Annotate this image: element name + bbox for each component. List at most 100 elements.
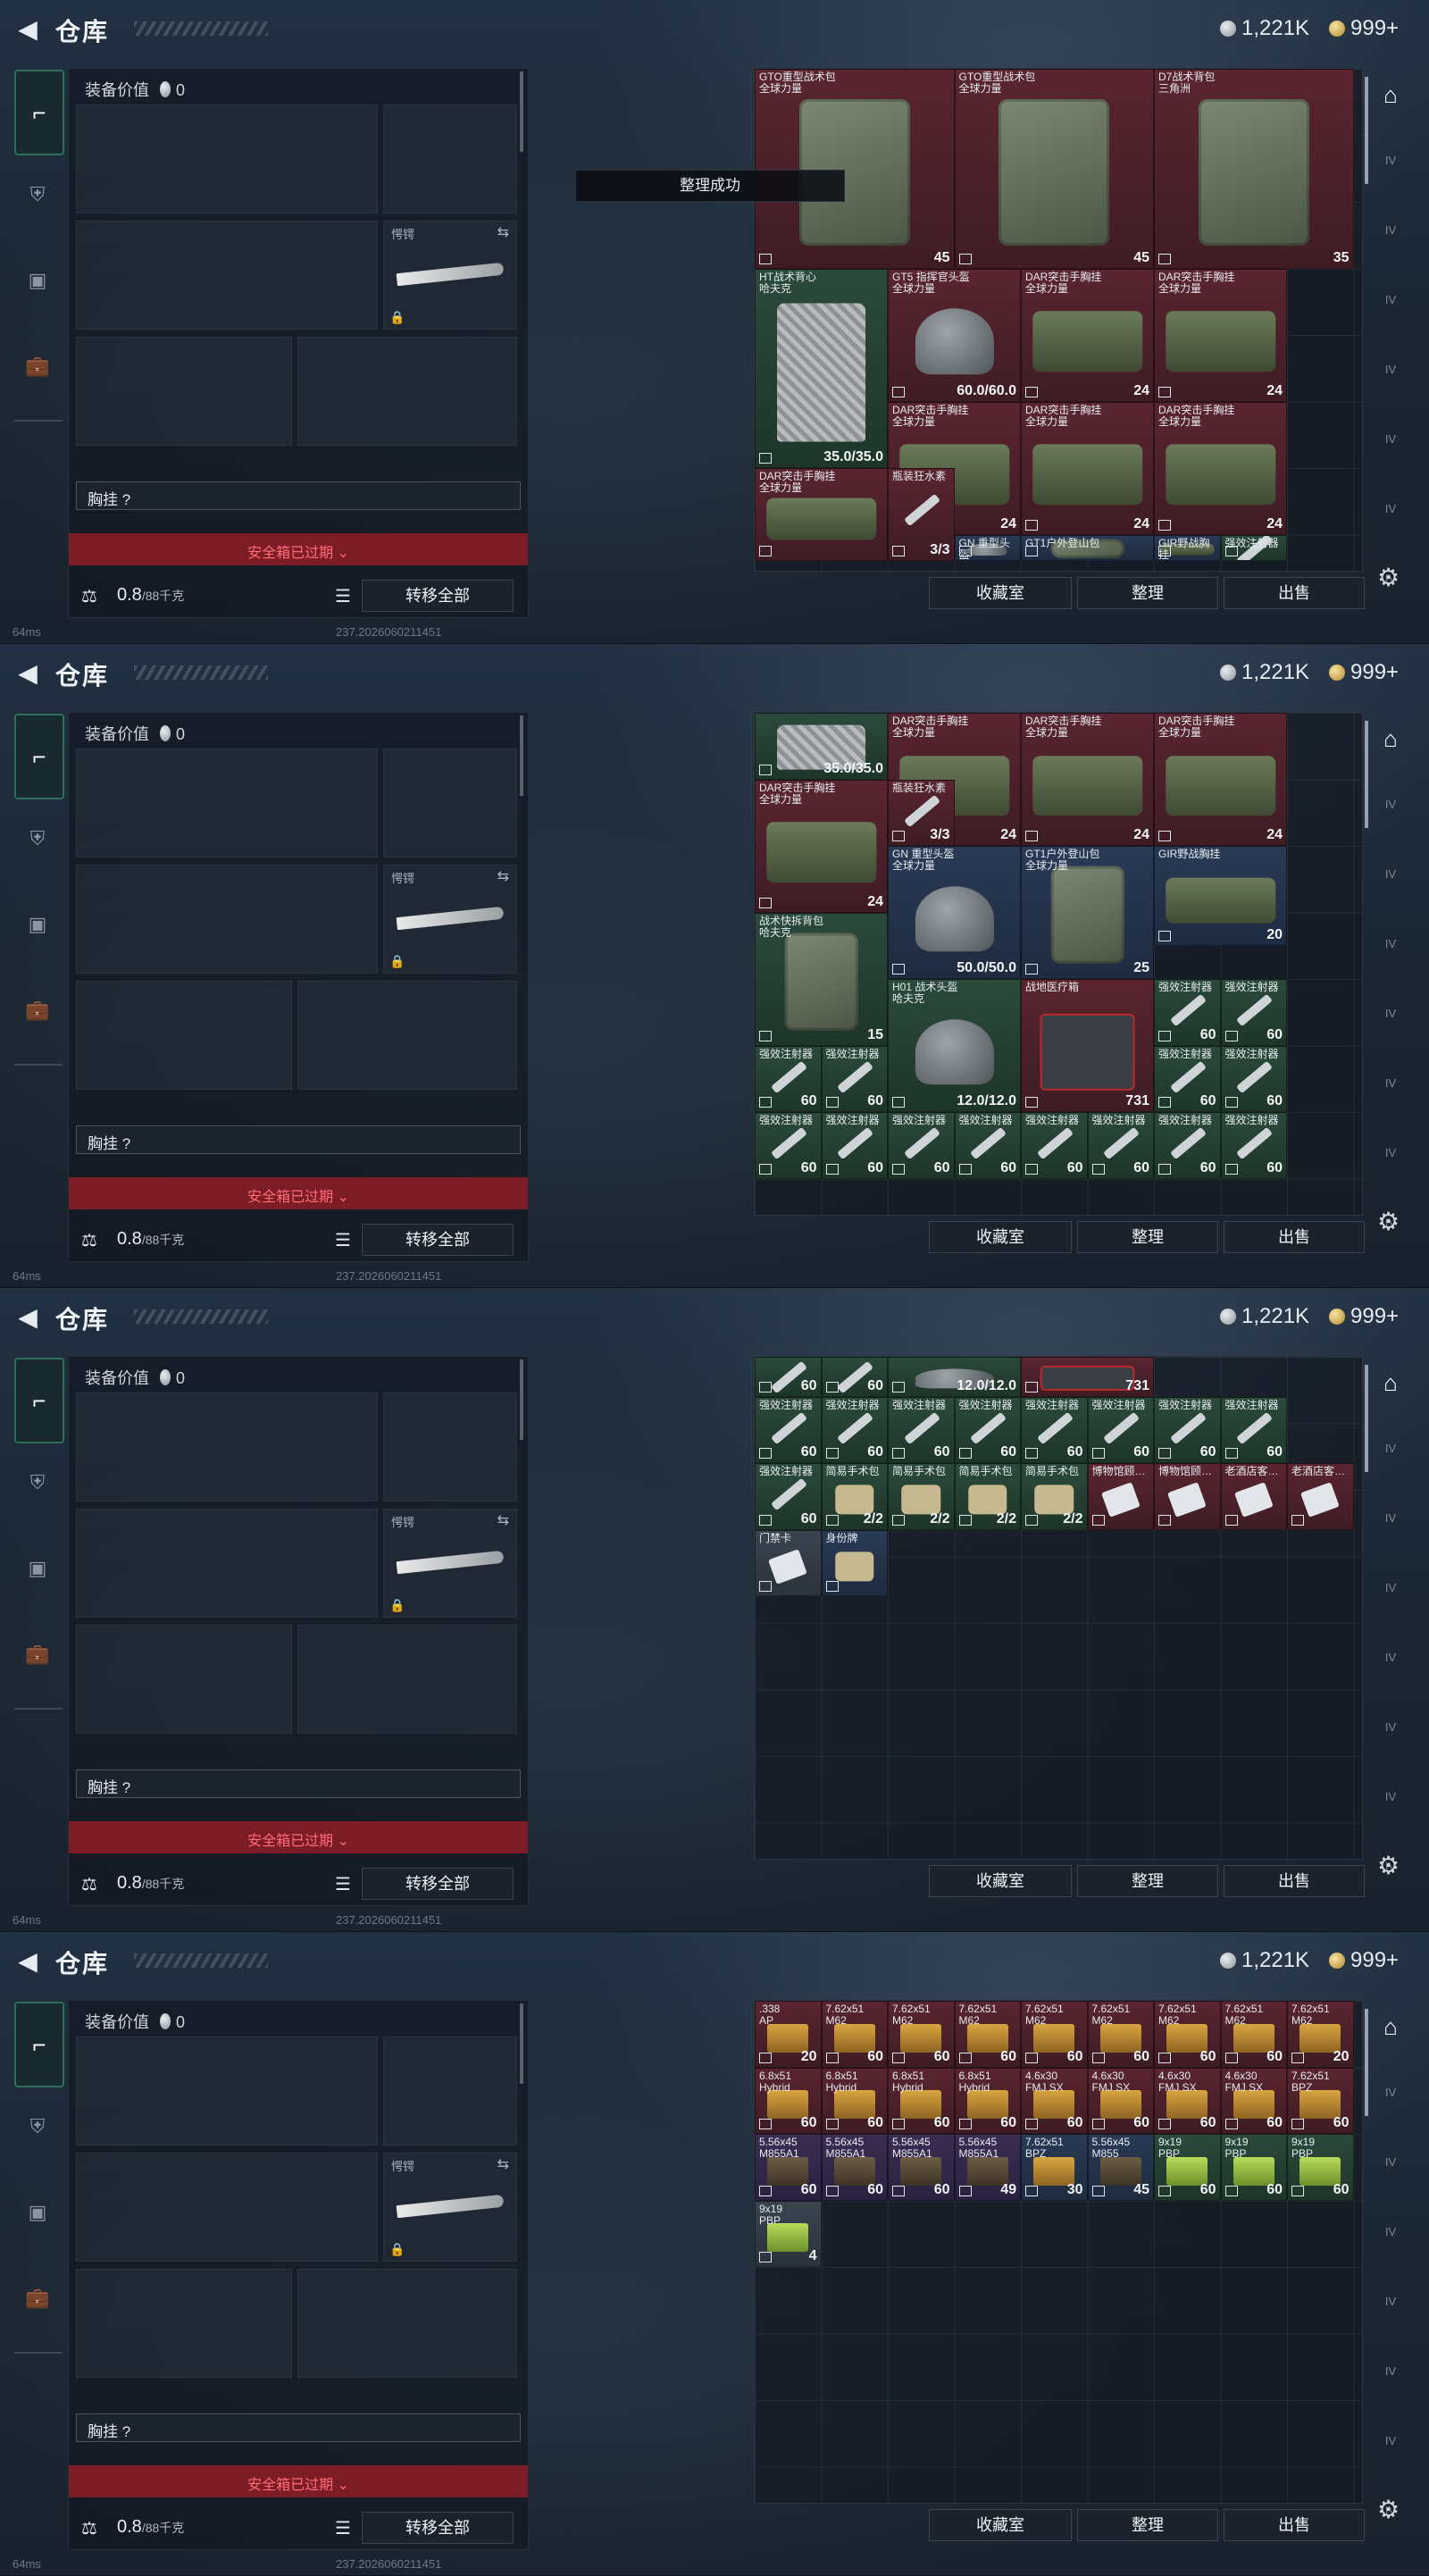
list-icon[interactable]: ☰ <box>335 1229 351 1251</box>
tab-weapons[interactable]: ⌐ <box>14 1358 64 1443</box>
inventory-item[interactable]: 强效注射器 60 <box>1021 1396 1088 1464</box>
rail-page-item[interactable]: IV <box>1370 213 1411 248</box>
inventory-item[interactable]: HT战术背心 哈夫克 35.0/35.0 <box>755 268 888 468</box>
slot-melee[interactable]: 愕锷 ⇆ 🔒 <box>383 865 517 974</box>
equipment-scrollbar[interactable] <box>520 715 523 796</box>
favorites-button[interactable]: 收藏室 <box>929 577 1072 609</box>
sell-button[interactable]: 出售 <box>1224 1221 1365 1253</box>
inventory-item[interactable]: 9x19 PBP 60 <box>1287 2134 1354 2201</box>
slot-secondary-weapon[interactable] <box>76 865 378 974</box>
warehouse-home-icon[interactable]: ⌂ <box>1370 77 1411 113</box>
inventory-item[interactable]: DAR突击手胸挂 全球力量 24 <box>1154 713 1287 846</box>
slot-pistol[interactable] <box>383 749 517 857</box>
rail-scrollbar[interactable] <box>1365 77 1368 184</box>
inventory-item[interactable]: 强效注射器 60 <box>1021 1112 1088 1179</box>
tab-case[interactable]: 💼 <box>18 347 57 386</box>
rail-page-item[interactable]: IV <box>1370 1779 1411 1815</box>
inventory-item[interactable]: 60 <box>821 1357 888 1397</box>
inventory-item[interactable]: 强效注射器 60 <box>1154 1045 1221 1112</box>
inventory-item[interactable]: 瓶装狂水素 3/3 <box>888 779 955 846</box>
inventory-item[interactable]: GT5 指挥官头盔 全球力量 60.0/60.0 <box>888 268 1021 402</box>
inventory-item[interactable]: GN 重型头盔 哈夫克 <box>954 534 1021 562</box>
rail-page-item[interactable]: IV <box>1370 2214 1411 2250</box>
inventory-grid[interactable]: 35.0/35.0 DAR突击手胸挂 全球力量 24 DAR突击手胸挂 全球力量 24 D… <box>754 712 1363 1216</box>
inventory-grid[interactable]: .338 AP 20 7.62x51 M62 60 7.62x51 M62 60 7.62x… <box>754 2000 1363 2504</box>
equipment-scrollbar[interactable] <box>520 2003 523 2084</box>
rail-page-item[interactable]: IV <box>1370 996 1411 1032</box>
list-icon[interactable]: ☰ <box>335 2517 351 2539</box>
slot-secondary-weapon[interactable] <box>76 221 378 330</box>
slot-primary-weapon[interactable] <box>76 105 378 213</box>
tab-backpack[interactable]: ▣ <box>18 2193 57 2232</box>
inventory-item[interactable]: 强效注射器 60 <box>888 1396 955 1464</box>
swap-icon[interactable]: ⇆ <box>497 223 509 241</box>
warehouse-home-icon[interactable]: ⌂ <box>1370 2009 1411 2045</box>
inventory-item[interactable]: 35.0/35.0 <box>755 713 888 780</box>
inventory-item[interactable]: 强效注射器 60 <box>1087 1112 1154 1179</box>
favorites-button[interactable]: 收藏室 <box>929 1865 1072 1897</box>
inventory-item[interactable]: 强效注射器 60 <box>954 1396 1021 1464</box>
inventory-item[interactable]: 4.6x30 FMJ SX 60 <box>1154 2067 1221 2134</box>
sell-button[interactable]: 出售 <box>1224 1865 1365 1897</box>
rail-page-item[interactable]: IV <box>1370 926 1411 962</box>
slot-melee[interactable]: 愕锷 ⇆ 🔒 <box>383 221 517 330</box>
inventory-item[interactable]: DAR突击手胸挂 全球力量 24 <box>1021 268 1154 402</box>
warehouse-home-icon[interactable]: ⌂ <box>1370 1365 1411 1401</box>
rail-page-item[interactable]: IV <box>1370 1066 1411 1101</box>
tab-armor[interactable]: ⛨ <box>18 2107 57 2146</box>
tab-backpack[interactable]: ▣ <box>18 1549 57 1588</box>
sort-button[interactable]: 整理 <box>1077 577 1218 609</box>
rail-page-item[interactable]: IV <box>1370 2284 1411 2320</box>
rail-page-item[interactable]: IV <box>1370 2354 1411 2389</box>
rail-scrollbar[interactable] <box>1365 2009 1368 2116</box>
inventory-item[interactable]: 6.8x51 Hybrid 60 <box>888 2067 955 2134</box>
list-icon[interactable]: ☰ <box>335 1873 351 1895</box>
inventory-item[interactable]: 博物馆顾… <box>1087 1463 1154 1530</box>
rail-page-item[interactable]: IV <box>1370 143 1411 179</box>
inventory-item[interactable]: 7.62x51 BPZ 60 <box>1287 2067 1354 2134</box>
slot-helmet[interactable] <box>76 981 292 1090</box>
inventory-item[interactable]: GTO重型战术包 全球力量 45 <box>954 69 1154 269</box>
rail-page-item[interactable]: IV <box>1370 2423 1411 2459</box>
tab-armor[interactable]: ⛨ <box>18 1463 57 1502</box>
inventory-item[interactable]: 4.6x30 FMJ SX 60 <box>1021 2067 1088 2134</box>
inventory-item[interactable]: 7.62x51 M62 60 <box>1220 2001 1287 2068</box>
inventory-item[interactable]: DAR突击手胸挂 全球力量 <box>755 468 888 562</box>
secure-container-expired[interactable]: 安全箱已过期 ⌄ <box>69 2465 528 2497</box>
inventory-item[interactable]: 强效注射器 60 <box>755 1045 822 1112</box>
transfer-all-button[interactable]: 转移全部 <box>362 2512 514 2544</box>
inventory-item[interactable]: 强效注射器 60 <box>821 1045 888 1112</box>
slot-helmet[interactable] <box>76 337 292 446</box>
transfer-all-button[interactable]: 转移全部 <box>362 1868 514 1900</box>
inventory-item[interactable]: 6.8x51 Hybrid 60 <box>954 2067 1021 2134</box>
inventory-item[interactable]: 强效注射器 60 <box>755 1396 822 1464</box>
inventory-item[interactable]: 7.62x51 M62 20 <box>1287 2001 1354 2068</box>
rail-page-item[interactable]: IV <box>1370 1431 1411 1467</box>
slot-armor[interactable] <box>297 1625 517 1734</box>
slot-helmet[interactable] <box>76 1625 292 1734</box>
slot-helmet[interactable] <box>76 2269 292 2378</box>
inventory-item[interactable]: .338 AP 20 <box>755 2001 822 2068</box>
slot-pistol[interactable] <box>383 1393 517 1501</box>
inventory-item[interactable]: 强效注射器 <box>1220 534 1287 562</box>
inventory-item[interactable]: 4.6x30 FMJ SX 60 <box>1087 2067 1154 2134</box>
warehouse-home-icon[interactable]: ⌂ <box>1370 721 1411 757</box>
inventory-item[interactable]: GIR野战胸挂 20 <box>1154 846 1287 946</box>
slot-secondary-weapon[interactable] <box>76 2153 378 2262</box>
chest-rig-slot[interactable]: 胸挂 ? <box>76 1125 521 1154</box>
gear-icon[interactable]: ⚙ <box>1377 1207 1400 1236</box>
rail-page-item[interactable]: IV <box>1370 1570 1411 1606</box>
rail-page-item[interactable]: IV <box>1370 491 1411 527</box>
rail-page-item[interactable]: IV <box>1370 282 1411 318</box>
tab-backpack[interactable]: ▣ <box>18 261 57 300</box>
inventory-item[interactable]: 强效注射器 60 <box>1220 1045 1287 1112</box>
inventory-item[interactable]: 强效注射器 60 <box>954 1112 1021 1179</box>
inventory-item[interactable]: 强效注射器 60 <box>1154 1112 1221 1179</box>
inventory-item[interactable]: 7.62x51 M62 60 <box>888 2001 955 2068</box>
favorites-button[interactable]: 收藏室 <box>929 1221 1072 1253</box>
inventory-item[interactable]: 战地医疗箱 731 <box>1021 979 1154 1112</box>
inventory-item[interactable]: 12.0/12.0 <box>888 1357 1021 1397</box>
inventory-item[interactable]: 强效注射器 60 <box>1154 1396 1221 1464</box>
currency-gold[interactable]: 999+ <box>1329 16 1399 41</box>
inventory-item[interactable]: 博物馆顾… <box>1154 1463 1221 1530</box>
